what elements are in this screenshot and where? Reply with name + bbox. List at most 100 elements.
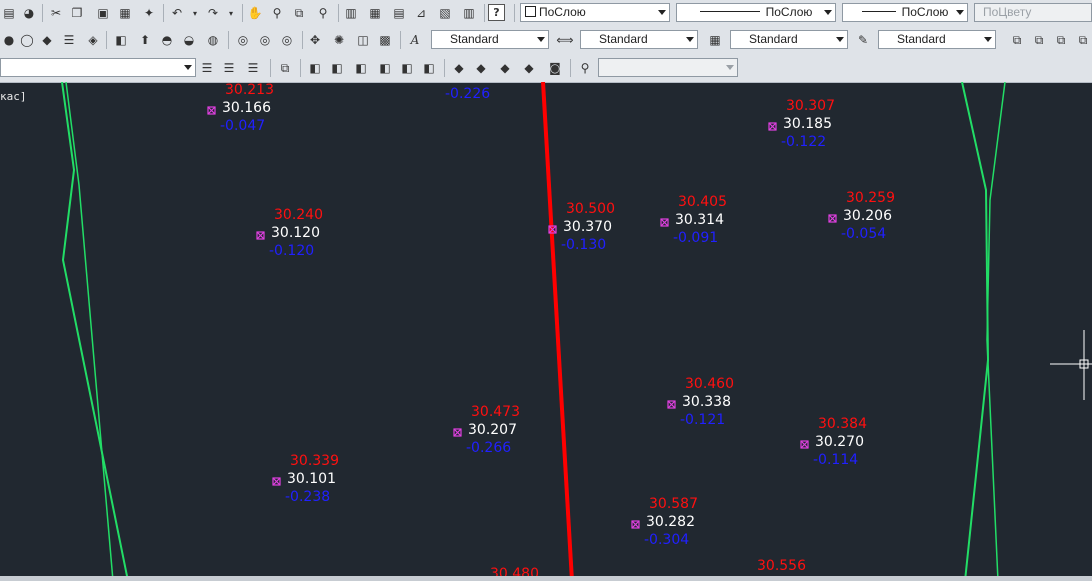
presspull-icon[interactable]: ◓	[158, 31, 176, 49]
toolbar-modeling: ● ◯ ◆ ☰ ◈ ◧ ⬆ ◓ ◒ ◍ ◎ ◎ ◎ ✥ ✺ ◫ ▩ A Stan…	[0, 27, 1092, 55]
visual-style-select[interactable]	[598, 58, 738, 77]
point-marker-icon	[453, 428, 462, 437]
survey-point[interactable]: 30.460 30.338 -0.121	[667, 376, 734, 428]
zoom-window-icon[interactable]: ⧉	[290, 4, 308, 22]
loft-icon[interactable]: ◍	[204, 31, 222, 49]
eraser-icon[interactable]: ◈	[84, 31, 102, 49]
layer-isolate-icon[interactable]: ☰	[220, 59, 238, 77]
pan-icon[interactable]: ✋	[246, 4, 264, 22]
view-front-icon[interactable]: ◧	[398, 59, 416, 77]
elevation-difference-label: -0.121	[680, 412, 725, 428]
iso-nw-icon[interactable]: ◆	[520, 59, 538, 77]
dim-style-value: Standard	[599, 32, 648, 46]
zoom-realtime-icon[interactable]: ⚲	[268, 4, 286, 22]
cut-icon[interactable]: ✂	[47, 4, 65, 22]
view-right-icon[interactable]: ◧	[376, 59, 394, 77]
redo-dropdown-icon[interactable]: ▾	[222, 4, 240, 22]
lineweight-select[interactable]: ПоСлою	[842, 3, 968, 22]
point-marker-icon	[256, 231, 265, 240]
paste-icon[interactable]: ▣	[94, 4, 112, 22]
qnew-icon[interactable]: ▤	[0, 4, 18, 22]
paste-block-icon[interactable]: ▦	[116, 4, 134, 22]
publish-icon[interactable]: ◕	[20, 4, 38, 22]
mleader-style-select[interactable]: Standard	[878, 30, 996, 49]
sweep-icon[interactable]: ◒	[180, 31, 198, 49]
survey-point[interactable]: 30.384 30.270 -0.114	[800, 416, 867, 468]
properties-icon[interactable]: ▥	[342, 4, 360, 22]
dim-style-icon[interactable]: ⟺	[556, 31, 574, 49]
layer-states-icon[interactable]: ☰	[60, 31, 78, 49]
arrange-icon[interactable]: ⧉	[1008, 31, 1026, 49]
union-icon[interactable]: ◎	[234, 31, 252, 49]
survey-point[interactable]: 30.405 30.314 -0.091	[660, 194, 727, 246]
zoom-previous-icon[interactable]: ⚲	[314, 4, 332, 22]
tool-palettes-icon[interactable]: ▤	[390, 4, 408, 22]
design-center-icon[interactable]: ▦	[366, 4, 384, 22]
iso-ne-icon[interactable]: ◆	[496, 59, 514, 77]
named-views-icon[interactable]: ⧉	[276, 59, 294, 77]
copy-icon[interactable]: ❐	[68, 4, 86, 22]
design-elevation-label: 30.166	[222, 100, 271, 116]
cone-icon[interactable]: ◆	[38, 31, 56, 49]
plotstyle-select[interactable]: ПоЦвету	[974, 3, 1092, 22]
redo-icon[interactable]: ↷	[204, 4, 222, 22]
design-elevation-label: 30.206	[843, 208, 892, 224]
table-style-select[interactable]: Standard	[730, 30, 848, 49]
survey-point[interactable]: 30.339 30.101 -0.238	[272, 453, 339, 505]
camera-icon[interactable]: ◙	[546, 59, 564, 77]
subtract-icon[interactable]: ◎	[256, 31, 274, 49]
cylinder-icon[interactable]: ◯	[18, 31, 36, 49]
text-style-icon[interactable]: A	[406, 31, 424, 49]
layer-previous-icon[interactable]: ☰	[198, 59, 216, 77]
calculator-icon[interactable]: ▥	[460, 4, 478, 22]
survey-point[interactable]: 30.500 30.370 -0.130	[548, 201, 615, 253]
survey-point[interactable]: 30.240 30.120 -0.120	[256, 207, 323, 259]
tile-vertical-icon[interactable]: ⧉	[1074, 31, 1092, 49]
text-style-select[interactable]: Standard	[431, 30, 549, 49]
survey-point[interactable]: 30.473 30.207 -0.266	[453, 404, 520, 456]
mleader-style-icon[interactable]: ✎	[854, 31, 872, 49]
visual-style-icon[interactable]: ⚲	[576, 59, 594, 77]
survey-point[interactable]: 30.259 30.206 -0.054	[828, 190, 895, 242]
view-bottom-icon[interactable]: ◧	[328, 59, 346, 77]
linetype-select-value: ПоСлою	[765, 5, 813, 19]
drawing-canvas[interactable]: 30.213 30.166 -0.047 -0.226 30.307 30.185 -0.1…	[0, 82, 1092, 581]
chevron-down-icon	[184, 65, 192, 70]
markup-icon[interactable]: ▧	[436, 4, 454, 22]
elevation-difference-label: -0.047	[220, 118, 265, 134]
view-back-icon[interactable]: ◧	[420, 59, 438, 77]
point-marker-icon	[800, 440, 809, 449]
tile-horizontal-icon[interactable]: ⧉	[1052, 31, 1070, 49]
intersect-icon[interactable]: ◎	[278, 31, 296, 49]
iso-sw-icon[interactable]: ◆	[450, 59, 468, 77]
survey-point[interactable]: 30.307 30.185 -0.122	[768, 98, 835, 150]
survey-point[interactable]: 30.556	[757, 558, 806, 574]
layer-filter-select[interactable]	[0, 58, 196, 77]
iso-se-icon[interactable]: ◆	[472, 59, 490, 77]
box-icon[interactable]: ◧	[112, 31, 130, 49]
undo-icon[interactable]: ↶	[168, 4, 186, 22]
elevation-difference-label: -0.122	[781, 134, 826, 150]
view-top-icon[interactable]: ◧	[306, 59, 324, 77]
help-icon[interactable]: ?	[488, 4, 505, 21]
extrude-icon[interactable]: ⬆	[136, 31, 154, 49]
3d-array-icon[interactable]: ▩	[376, 31, 394, 49]
survey-point[interactable]: -0.226	[445, 86, 490, 102]
3d-rotate-icon[interactable]: ✺	[330, 31, 348, 49]
dim-style-select[interactable]: Standard	[580, 30, 698, 49]
layer-select[interactable]: ПоСлою	[520, 3, 670, 22]
match-properties-icon[interactable]: ✦	[140, 4, 158, 22]
survey-point[interactable]: 30.587 30.282 -0.304	[631, 496, 698, 548]
3d-move-icon[interactable]: ✥	[306, 31, 324, 49]
view-left-icon[interactable]: ◧	[352, 59, 370, 77]
linetype-select[interactable]: ПоСлою	[676, 3, 836, 22]
layer-off-icon[interactable]: ☰	[244, 59, 262, 77]
sheet-set-icon[interactable]: ⊿	[412, 4, 430, 22]
3d-align-icon[interactable]: ◫	[354, 31, 372, 49]
undo-dropdown-icon[interactable]: ▾	[186, 4, 204, 22]
design-elevation-label: 30.270	[815, 434, 864, 450]
sphere-icon[interactable]: ●	[0, 31, 18, 49]
cascade-icon[interactable]: ⧉	[1030, 31, 1048, 49]
table-style-icon[interactable]: ▦	[706, 31, 724, 49]
survey-point[interactable]: 30.213 30.166 -0.047	[207, 82, 274, 134]
